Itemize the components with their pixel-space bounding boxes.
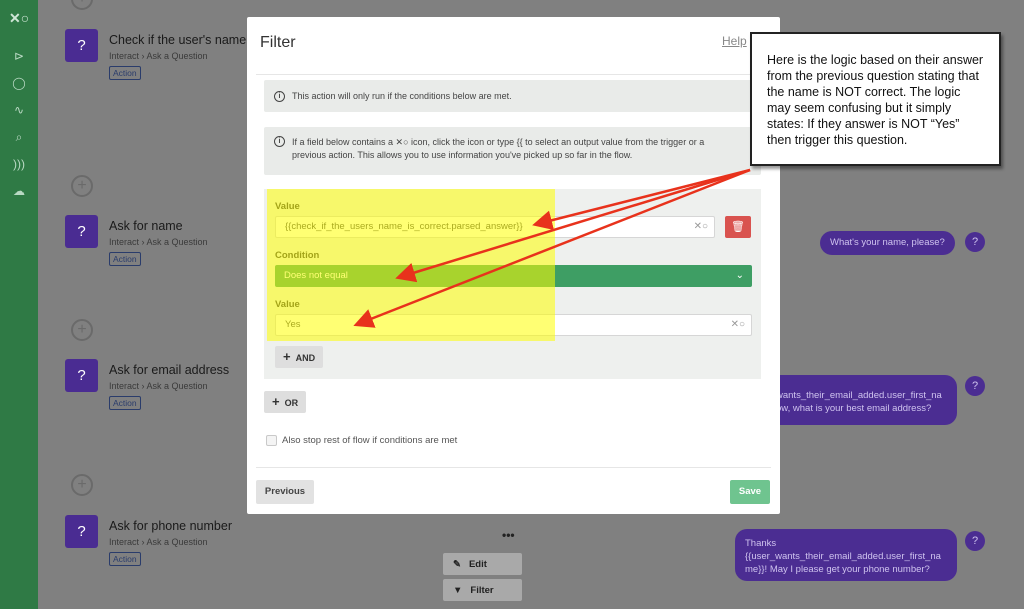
cloud-icon[interactable]: ☁ xyxy=(11,183,27,199)
and-label: AND xyxy=(295,353,316,363)
message-bubble: Thanks {{user_wants_their_email_added.us… xyxy=(735,529,957,581)
stop-flow-label: Also stop rest of flow if conditions are… xyxy=(282,435,458,446)
step-title: Check if the user's name i xyxy=(109,33,253,47)
value-text: Yes xyxy=(285,319,301,330)
value-input[interactable]: Yes ✕○ xyxy=(275,314,752,336)
question-icon: ? xyxy=(65,359,98,392)
app-logo-icon: ✕○ xyxy=(9,10,30,26)
info-icon: i xyxy=(274,91,285,102)
insert-variable-icon[interactable]: ✕○ xyxy=(694,217,708,237)
info-text: previous action. This allows you to use … xyxy=(292,150,633,160)
action-badge: Action xyxy=(109,252,141,266)
info-banner: i If a field below contains a ✕○ icon, c… xyxy=(264,127,761,175)
annotation-callout: Here is the logic based on their answer … xyxy=(750,32,1001,166)
step-breadcrumb: Interact › Ask a Question xyxy=(109,537,208,547)
edit-button[interactable]: ✎ Edit xyxy=(443,553,522,575)
step-breadcrumb: Interact › Ask a Question xyxy=(109,237,208,247)
condition-value: Does not equal xyxy=(284,270,348,281)
step-title: Ask for name xyxy=(109,219,183,233)
chat-icon[interactable]: ◯ xyxy=(11,75,27,91)
stop-flow-checkbox[interactable] xyxy=(266,435,277,446)
search-icon[interactable]: ⌕ xyxy=(11,129,27,145)
message-bubble: wants_their_email_added.user_first_na ow… xyxy=(764,375,957,425)
question-icon: ? xyxy=(965,531,985,551)
action-badge: Action xyxy=(109,66,141,80)
value-text: {{check_if_the_users_name_is_correct.par… xyxy=(285,221,523,232)
add-or-button[interactable]: + OR xyxy=(264,391,307,413)
bubble-text: me}}! May I please get your phone number… xyxy=(745,564,930,575)
filter-label: Filter xyxy=(470,584,494,596)
save-button[interactable]: Save xyxy=(730,480,770,504)
action-badge: Action xyxy=(109,396,141,410)
condition-label: Condition xyxy=(275,250,320,261)
broadcast-icon[interactable]: ))) xyxy=(11,156,27,172)
step-title: Ask for phone number xyxy=(109,519,232,533)
pencil-icon: ✎ xyxy=(453,558,461,570)
flow-icon[interactable]: ⊳ xyxy=(11,48,27,64)
modal-title: Filter xyxy=(260,34,296,51)
insert-variable-icon[interactable]: ✕○ xyxy=(731,315,745,335)
message-bubble: What's your name, please? xyxy=(820,231,955,255)
question-icon: ? xyxy=(65,215,98,248)
edit-label: Edit xyxy=(468,558,487,570)
more-options-icon[interactable]: ••• xyxy=(502,528,515,542)
add-step-icon[interactable]: + xyxy=(71,319,93,341)
value-label: Value xyxy=(275,201,300,212)
value-input[interactable]: {{check_if_the_users_name_is_correct.par… xyxy=(275,216,715,238)
add-and-button[interactable]: + AND xyxy=(275,346,324,368)
value-label: Value xyxy=(275,299,300,310)
condition-select[interactable]: Does not equal ⌄ xyxy=(275,265,752,287)
info-banner: i This action will only run if the condi… xyxy=(264,80,761,112)
add-step-icon[interactable]: + xyxy=(71,474,93,496)
info-text: This action will only run if the conditi… xyxy=(292,91,512,101)
delete-condition-icon[interactable]: 🗑 xyxy=(725,216,751,238)
filter-modal: Filter Help i This action will only run … xyxy=(247,17,780,514)
question-icon: ? xyxy=(965,232,985,252)
info-text: If a field below contains a ✕○ icon, cli… xyxy=(292,137,705,147)
chevron-down-icon: ⌄ xyxy=(735,270,744,281)
step-breadcrumb: Interact › Ask a Question xyxy=(109,51,208,61)
action-badge: Action xyxy=(109,552,141,566)
bubble-text: ow, what is your best email address? xyxy=(776,403,932,414)
step-breadcrumb: Interact › Ask a Question xyxy=(109,381,208,391)
analytics-icon[interactable]: ∿ xyxy=(11,102,27,118)
step-title: Ask for email address xyxy=(109,363,230,377)
bubble-text: wants_their_email_added.user_first_na xyxy=(776,390,942,401)
left-sidebar: ✕○ ⊳ ◯ ∿ ⌕ ))) ☁ xyxy=(0,0,38,609)
question-icon: ? xyxy=(965,376,985,396)
filter-icon: ▼ xyxy=(453,584,463,596)
help-link[interactable]: Help xyxy=(722,34,747,48)
info-icon: i xyxy=(274,136,285,147)
plus-icon: + xyxy=(272,394,280,409)
question-icon: ? xyxy=(65,29,98,62)
divider xyxy=(256,467,771,468)
question-icon: ? xyxy=(65,515,98,548)
plus-icon: + xyxy=(283,349,291,364)
bubble-text: Thanks xyxy=(745,538,777,549)
divider xyxy=(256,74,771,75)
previous-button[interactable]: Previous xyxy=(256,480,314,504)
or-label: OR xyxy=(284,398,299,408)
add-step-icon[interactable]: + xyxy=(71,175,93,197)
bubble-text: What's your name, please? xyxy=(830,237,945,248)
bubble-text: {{user_wants_their_email_added.user_firs… xyxy=(745,551,941,562)
filter-button[interactable]: ▼ Filter xyxy=(443,579,522,601)
